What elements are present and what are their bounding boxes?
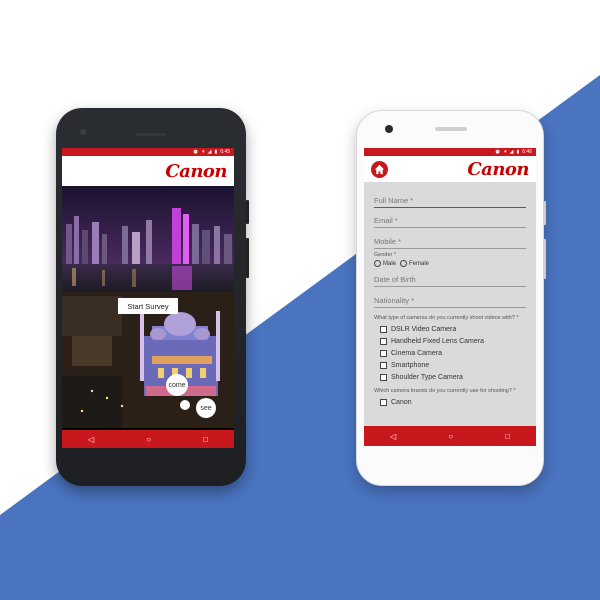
email-field[interactable]: Email * [374, 208, 526, 228]
checkbox-dslr[interactable]: DSLR Video Camera [374, 325, 526, 333]
status-bar: ⏰ ▾ ◢ ▮ 6:45 [62, 148, 234, 156]
wifi-icon: ▾ [504, 149, 507, 155]
radio-icon [400, 259, 408, 267]
start-survey-button[interactable]: Start Survey [118, 298, 178, 314]
checkbox-icon [380, 398, 387, 406]
status-time: 6:46 [522, 149, 532, 155]
home-icon [374, 164, 385, 174]
battery-icon: ▮ [516, 149, 520, 155]
mobile-field[interactable]: Mobile * [374, 228, 526, 249]
hero-image: Start Survey come see [62, 186, 234, 428]
home-button[interactable] [371, 160, 388, 178]
wifi-icon: ▾ [202, 149, 205, 155]
canon-logo: Canon [165, 160, 227, 182]
back-icon[interactable]: ◁ [88, 435, 94, 444]
date-of-birth-field[interactable]: Date of Birth [374, 267, 526, 288]
volume-button [246, 238, 249, 278]
home-nav-icon[interactable]: ○ [448, 432, 453, 441]
checkbox-canon[interactable]: Canon [374, 398, 526, 406]
nationality-field[interactable]: Nationality * [374, 287, 526, 308]
recents-icon[interactable]: □ [203, 435, 208, 444]
signal-icon: ◢ [207, 149, 212, 155]
volume-button [543, 239, 546, 279]
camera-brand-question: Which camera brands do you currently use… [374, 387, 516, 394]
app-header: Canon [62, 156, 234, 186]
home-nav-icon[interactable]: ○ [146, 435, 151, 444]
app-header: Canon [364, 156, 536, 182]
checkbox-icon [380, 373, 387, 381]
android-nav-bar: ◁ ○ □ [62, 430, 234, 448]
radio-icon [374, 259, 381, 267]
checkbox-icon [380, 337, 387, 345]
battery-icon: ▮ [214, 149, 218, 155]
canon-logo: Canon [467, 158, 529, 180]
android-nav-bar: ◁ ○ □ [364, 426, 536, 446]
left-screen: ⏰ ▾ ◢ ▮ 6:45 Canon Start Survey come see… [62, 148, 234, 448]
full-name-field[interactable]: Full Name * [374, 187, 526, 208]
small-bubble [180, 400, 190, 410]
alarm-icon: ⏰ [494, 149, 502, 155]
checkbox-cinema[interactable]: Cinema Camera [374, 349, 526, 357]
gender-label: Gender * [374, 251, 397, 258]
alarm-icon: ⏰ [192, 149, 200, 155]
power-button [543, 201, 546, 225]
right-screen: ⏰ ▾ ◢ ▮ 6:46 Canon Full Name * Email * M… [364, 148, 536, 446]
gender-options: Male Female [374, 259, 526, 267]
back-icon[interactable]: ◁ [390, 432, 396, 441]
recents-icon[interactable]: □ [505, 432, 510, 441]
checkbox-icon [380, 349, 387, 357]
power-button [246, 200, 249, 224]
come-bubble: come [166, 374, 188, 396]
gender-female-option[interactable]: Female [400, 259, 429, 267]
status-time: 6:45 [220, 149, 230, 155]
checkbox-handheld[interactable]: Handheld Fixed Lens Camera [374, 337, 526, 345]
gender-male-option[interactable]: Male [374, 259, 396, 267]
signal-icon: ◢ [509, 149, 514, 155]
camera-type-question: What type of cameras do you currently sh… [374, 314, 519, 321]
checkbox-icon [380, 361, 387, 369]
status-bar: ⏰ ▾ ◢ ▮ 6:46 [364, 148, 536, 156]
survey-form: Full Name * Email * Mobile * Gender * Ma… [364, 182, 536, 406]
earpiece-speaker [136, 133, 166, 136]
earpiece-speaker [435, 127, 467, 131]
checkbox-shoulder[interactable]: Shoulder Type Camera [374, 373, 526, 381]
checkbox-smartphone[interactable]: Smartphone [374, 361, 526, 369]
checkbox-icon [380, 325, 387, 333]
see-bubble: see [196, 398, 216, 418]
front-camera [385, 125, 393, 133]
front-camera [80, 129, 86, 135]
